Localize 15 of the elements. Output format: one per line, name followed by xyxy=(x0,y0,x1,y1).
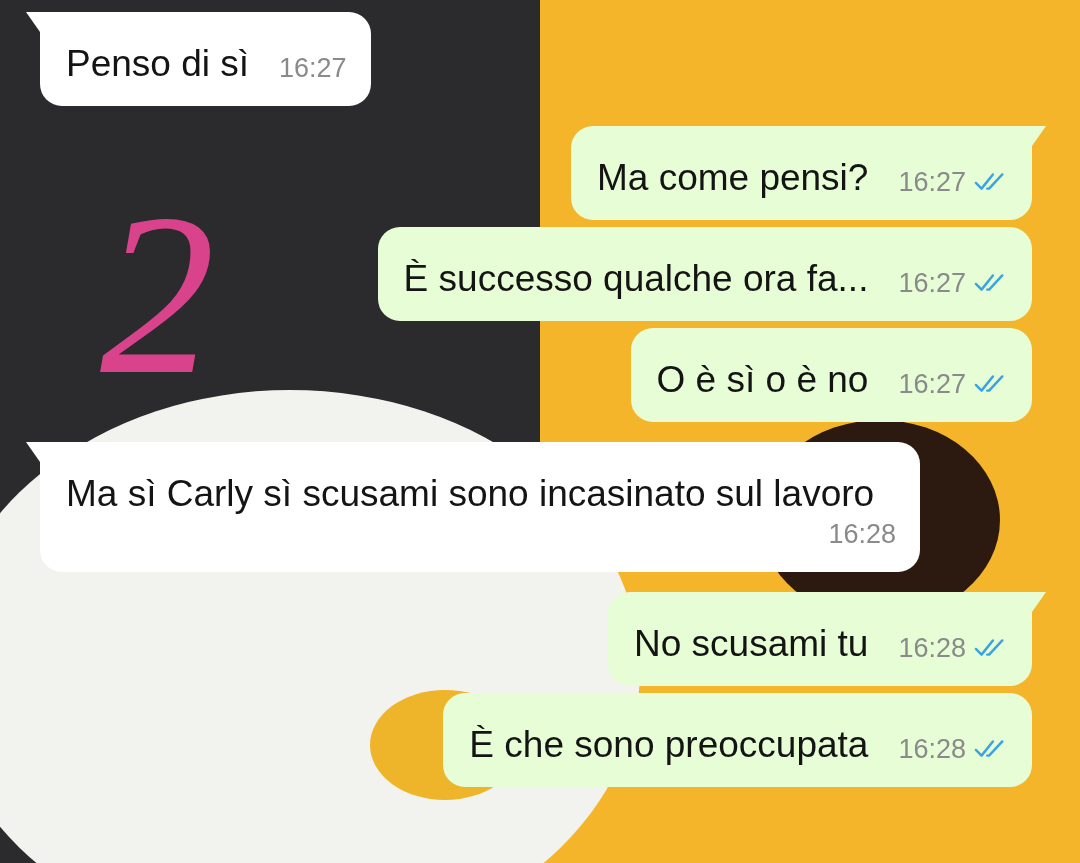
message-text: Ma sì Carly sì scusami sono incasinato sul lavoro xyxy=(66,472,875,516)
message-time: 16:28 xyxy=(898,733,966,766)
message-time: 16:27 xyxy=(279,52,347,85)
message-time: 16:28 xyxy=(898,632,966,665)
message-text: Penso di sì xyxy=(66,42,250,86)
message-text: O è sì o è no xyxy=(656,358,869,402)
message-text: È successo qualche ora fa... xyxy=(403,257,869,301)
message-text: È che sono preoccupata xyxy=(469,723,869,767)
message-time: 16:27 xyxy=(898,368,966,401)
message-time: 16:27 xyxy=(898,267,966,300)
message-text: Ma come pensi? xyxy=(596,156,869,200)
message-time: 16:27 xyxy=(898,166,966,199)
message-text: No scusami tu xyxy=(634,622,869,666)
handwritten-annotation: 2 xyxy=(100,180,215,410)
message-time: 16:28 xyxy=(828,518,896,551)
